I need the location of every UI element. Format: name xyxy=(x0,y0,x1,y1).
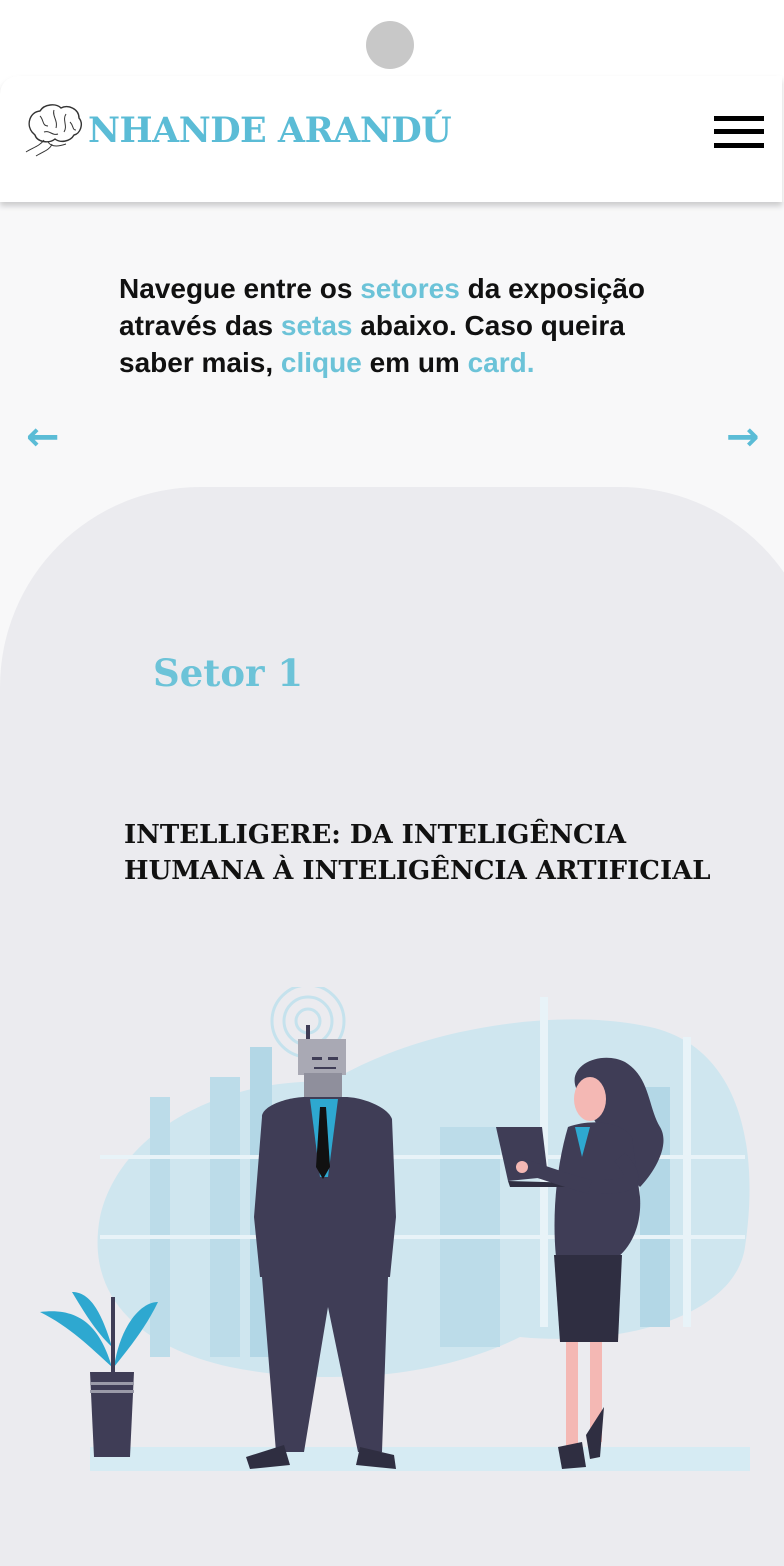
sector-card[interactable]: Setor 1 INTELLIGERE: DA INTELIGÊNCIA HUM… xyxy=(0,487,784,1566)
intro-highlight: card. xyxy=(467,347,535,378)
menu-line xyxy=(714,143,764,148)
sector-card-title: INTELLIGERE: DA INTELIGÊNCIA HUMANA À IN… xyxy=(124,820,711,886)
intro-text: através das xyxy=(119,310,281,341)
instructions-text: Navegue entre os setores da exposição at… xyxy=(119,270,679,381)
site-header: NHANDE ARANDÚ xyxy=(0,76,782,202)
intro-highlight: clique xyxy=(280,347,362,378)
intro-text: Navegue entre os xyxy=(119,273,361,304)
intro-text: saber mais, xyxy=(119,347,281,378)
intro-text: abaixo. Caso queira xyxy=(352,310,625,341)
brand-title[interactable]: NHANDE ARANDÚ xyxy=(88,110,452,151)
intro-text: da exposição xyxy=(459,273,646,304)
intro-text: em um xyxy=(361,347,468,378)
robot-and-woman-illustration xyxy=(40,987,750,1471)
sector-label: Setor 1 xyxy=(153,651,304,695)
camera-notch xyxy=(366,21,414,69)
main-content: Navegue entre os setores da exposição at… xyxy=(0,202,784,1566)
prev-sector-arrow-icon[interactable]: ← xyxy=(26,417,60,457)
intro-highlight: setas xyxy=(280,310,353,341)
next-sector-arrow-icon[interactable]: → xyxy=(726,417,760,457)
hamburger-menu-icon[interactable] xyxy=(714,114,764,152)
brain-logo-icon[interactable] xyxy=(22,102,84,158)
intro-highlight: setores xyxy=(360,273,460,304)
menu-line xyxy=(714,116,764,121)
menu-line xyxy=(714,129,764,134)
